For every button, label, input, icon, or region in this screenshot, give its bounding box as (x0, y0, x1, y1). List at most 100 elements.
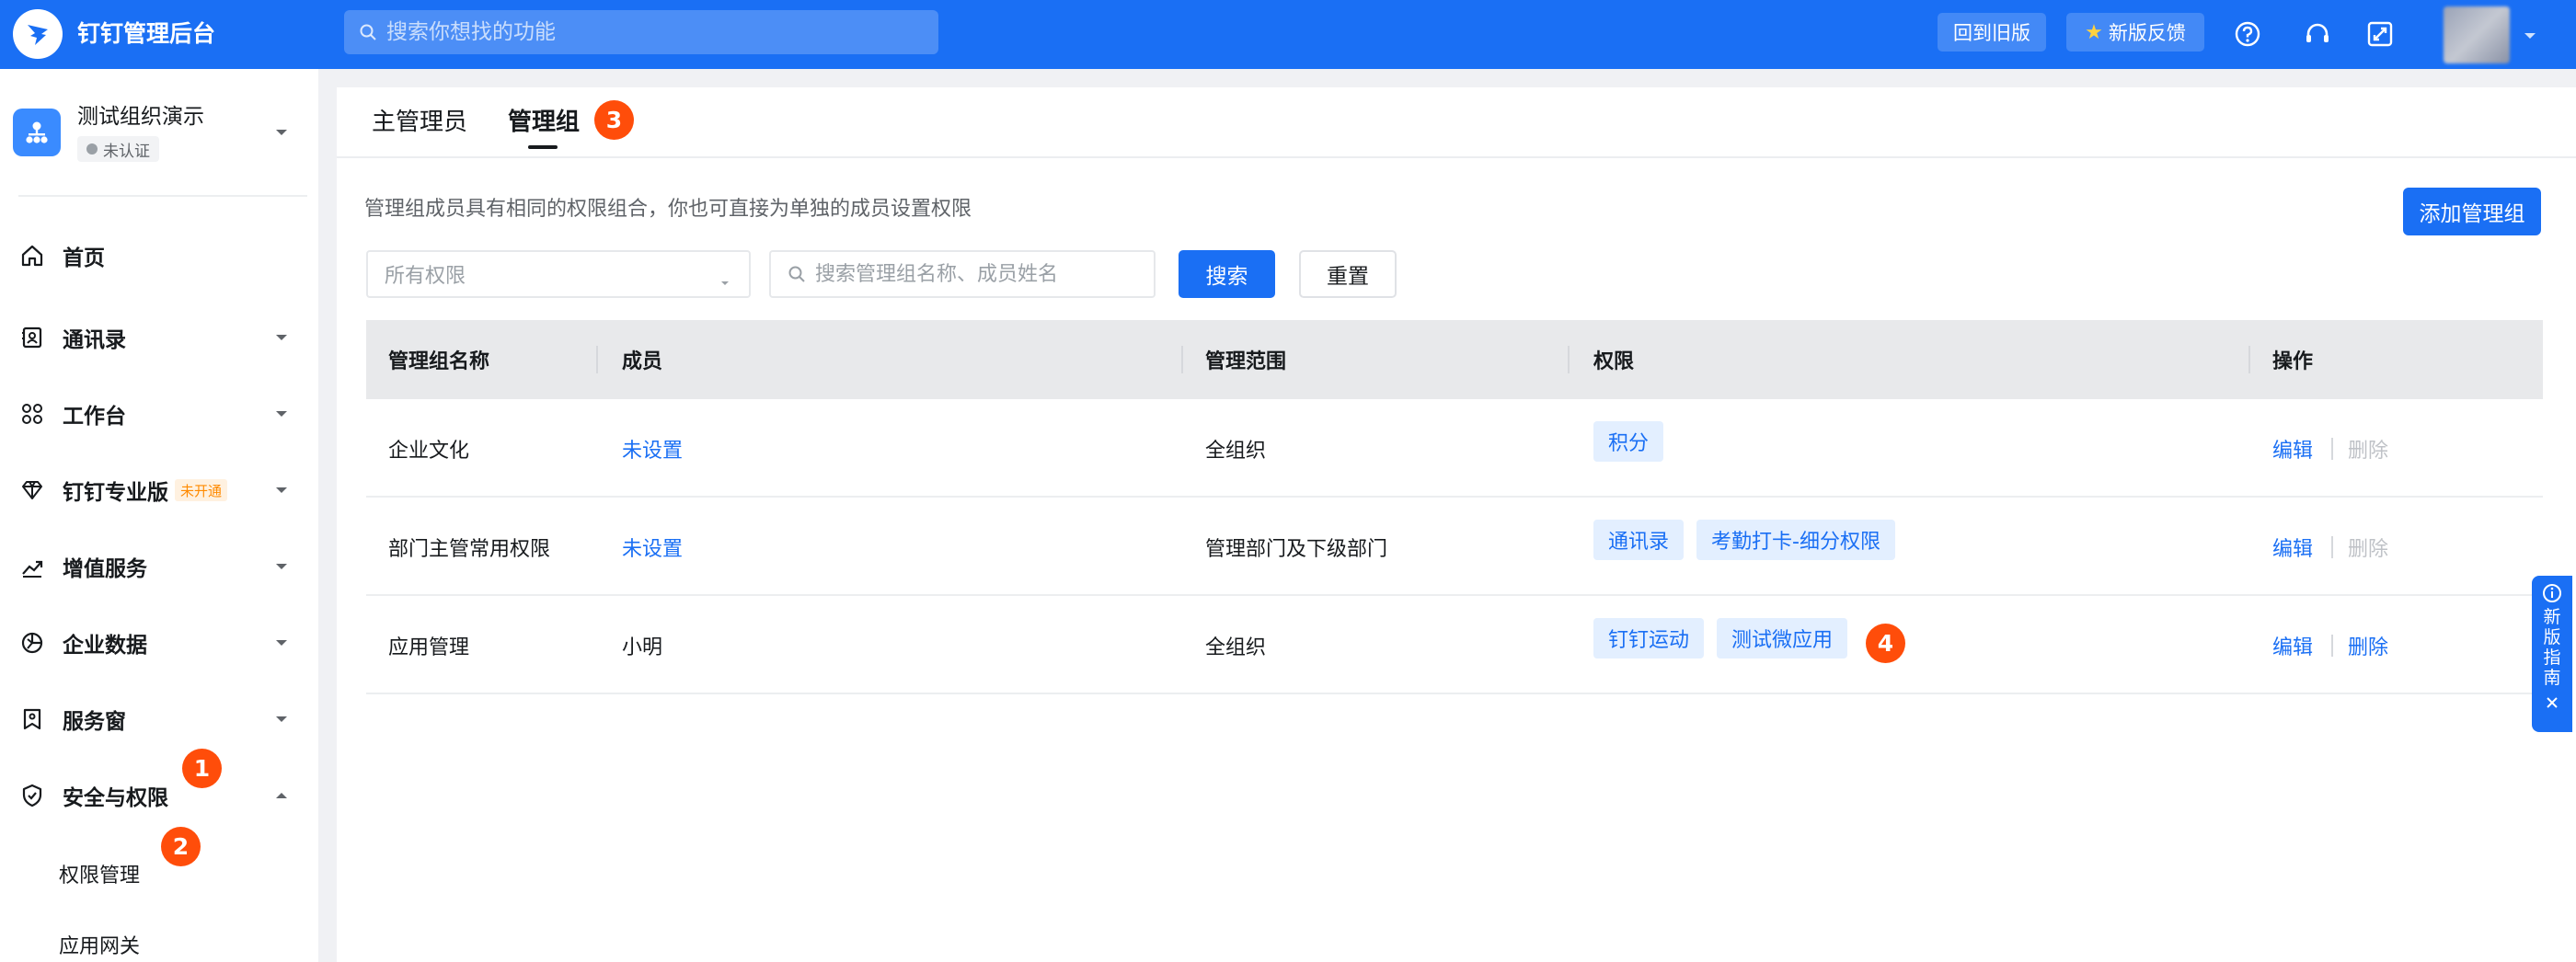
divider (18, 195, 307, 197)
permission-tag: 考勤打卡-细分权限 (1696, 520, 1895, 560)
group-search-field[interactable] (769, 250, 1156, 298)
sidebar-item-security[interactable]: 安全与权限 (0, 768, 318, 823)
chevron-up-icon (272, 786, 291, 805)
chevron-down-icon[interactable] (2523, 28, 2537, 45)
col-header-members: 成员 (622, 350, 663, 373)
chevron-down-icon (272, 557, 291, 576)
sidebar-subitem-app-gateway[interactable]: 应用网关 (0, 917, 318, 962)
old-version-label: 回到旧版 (1953, 22, 2030, 44)
sidebar-item-enterprise-data[interactable]: 企业数据 (0, 615, 318, 670)
sidebar-item-workbench[interactable]: 工作台 (0, 386, 318, 441)
guide-label: 新版指南 (2543, 607, 2561, 688)
chevron-down-icon (272, 328, 291, 347)
sidebar-item-value-services[interactable]: 增值服务 (0, 539, 318, 594)
edit-link[interactable]: 编辑 (2272, 596, 2313, 694)
col-header-permissions: 权限 (1593, 350, 1635, 373)
search-button[interactable]: 搜索 (1179, 250, 1275, 298)
table-row: 企业文化 未设置 全组织 积分 编辑 删除 (366, 399, 2543, 498)
col-divider (1181, 346, 1183, 373)
sidebar-item-contacts[interactable]: 通讯录 (0, 310, 318, 365)
org-status-label: 未认证 (103, 142, 150, 161)
app-title: 钉钉管理后台 (77, 20, 216, 47)
help-icon[interactable] (2230, 17, 2265, 52)
permission-filter-select[interactable]: 所有权限 (366, 250, 751, 298)
action-divider (2331, 438, 2333, 460)
close-icon[interactable] (2545, 695, 2559, 714)
delete-link[interactable]: 删除 (2348, 596, 2388, 694)
global-search-input[interactable] (386, 20, 920, 44)
action-divider (2331, 536, 2333, 558)
fullscreen-icon[interactable] (2363, 17, 2398, 52)
members-link[interactable]: 未设置 (622, 399, 683, 498)
members-value: 小明 (622, 636, 663, 659)
org-switcher[interactable]: 测试组织演示 未认证 (0, 69, 318, 196)
action-divider (2331, 635, 2333, 657)
bookmark-icon (18, 705, 46, 733)
main-panel: 主管理员 管理组 3 管理组成员具有相同的权限组合，你也可直接为单独的成员设置权… (337, 87, 2576, 962)
scope-value: 全组织 (1205, 439, 1267, 463)
group-name: 企业文化 (388, 439, 470, 463)
not-activated-tag: 未开通 (175, 479, 228, 501)
chevron-down-icon (272, 481, 291, 499)
group-name: 部门主管常用权限 (388, 537, 551, 561)
step-badge-2: 2 (161, 827, 201, 866)
user-avatar[interactable] (2444, 6, 2510, 63)
new-version-guide-tab[interactable]: 新版指南 (2532, 576, 2572, 732)
members-link[interactable]: 未设置 (622, 498, 683, 596)
feedback-button[interactable]: ★ 新版反馈 (2066, 13, 2204, 52)
chevron-down-icon (272, 710, 291, 728)
step-badge-3: 3 (594, 100, 634, 140)
col-header-name: 管理组名称 (388, 350, 490, 373)
scope-value: 全组织 (1205, 636, 1267, 659)
edit-link[interactable]: 编辑 (2272, 498, 2313, 596)
table-header: 管理组名称 成员 管理范围 权限 操作 (366, 320, 2543, 399)
sidebar-item-service-window[interactable]: 服务窗 (0, 692, 318, 747)
contacts-icon (18, 324, 46, 351)
tab-main-admin[interactable]: 主管理员 (372, 104, 467, 141)
top-bar: 钉钉管理后台 回到旧版 ★ 新版反馈 (0, 0, 2576, 69)
add-admin-group-button[interactable]: 添加管理组 (2403, 188, 2541, 235)
table-row: 应用管理 小明 全组织 钉钉运动 测试微应用 4 编辑 删除 (366, 596, 2543, 694)
headset-icon[interactable] (2300, 17, 2335, 52)
group-name: 应用管理 (388, 636, 470, 659)
search-icon (360, 24, 376, 40)
permission-tag: 测试微应用 (1717, 618, 1848, 659)
sidebar-subitem-label: 权限管理 (59, 865, 141, 888)
scope-value: 管理部门及下级部门 (1205, 537, 1388, 561)
search-icon (788, 266, 805, 282)
col-divider (1568, 346, 1570, 373)
table-row: 部门主管常用权限 未设置 管理部门及下级部门 通讯录 考勤打卡-细分权限 编辑 … (366, 498, 2543, 596)
reset-button[interactable]: 重置 (1299, 250, 1397, 298)
delete-link-disabled: 删除 (2348, 439, 2389, 463)
sidebar-item-label: 通讯录 (63, 328, 126, 352)
permission-tag: 积分 (1593, 421, 1664, 462)
sidebar: 测试组织演示 未认证 首页 通讯录 工作台 钉钉专业版 未开通 增值服务 企业数… (0, 69, 318, 962)
chevron-down-icon (719, 270, 730, 293)
grid-icon (18, 400, 46, 428)
permission-tag: 钉钉运动 (1593, 618, 1705, 659)
trend-icon (18, 553, 46, 580)
org-status-badge: 未认证 (77, 136, 159, 162)
delete-link-disabled: 删除 (2348, 537, 2389, 561)
edit-link[interactable]: 编辑 (2272, 399, 2313, 498)
group-search-input[interactable] (815, 262, 1146, 286)
sidebar-item-home[interactable]: 首页 (0, 228, 318, 283)
sidebar-item-label: 钉钉专业版 (63, 481, 168, 505)
home-icon (18, 242, 46, 269)
tab-admin-groups[interactable]: 管理组 (508, 104, 580, 141)
sidebar-subitem-permission-management[interactable]: 权限管理 (0, 846, 318, 901)
sidebar-item-pro[interactable]: 钉钉专业版 未开通 (0, 463, 318, 518)
col-divider (2248, 346, 2250, 373)
permission-filter-placeholder: 所有权限 (385, 265, 466, 288)
org-name: 测试组织演示 (77, 105, 204, 129)
col-divider (596, 346, 598, 373)
global-search[interactable] (344, 10, 938, 54)
sidebar-item-label: 安全与权限 (63, 786, 168, 810)
old-version-button[interactable]: 回到旧版 (1938, 13, 2046, 52)
dingtalk-logo-icon[interactable] (13, 9, 63, 59)
org-icon (13, 109, 61, 156)
pie-chart-icon (18, 629, 46, 657)
col-header-scope: 管理范围 (1205, 350, 1287, 373)
chevron-down-icon[interactable] (274, 124, 289, 142)
tab-bar: 主管理员 管理组 3 (337, 87, 2576, 158)
